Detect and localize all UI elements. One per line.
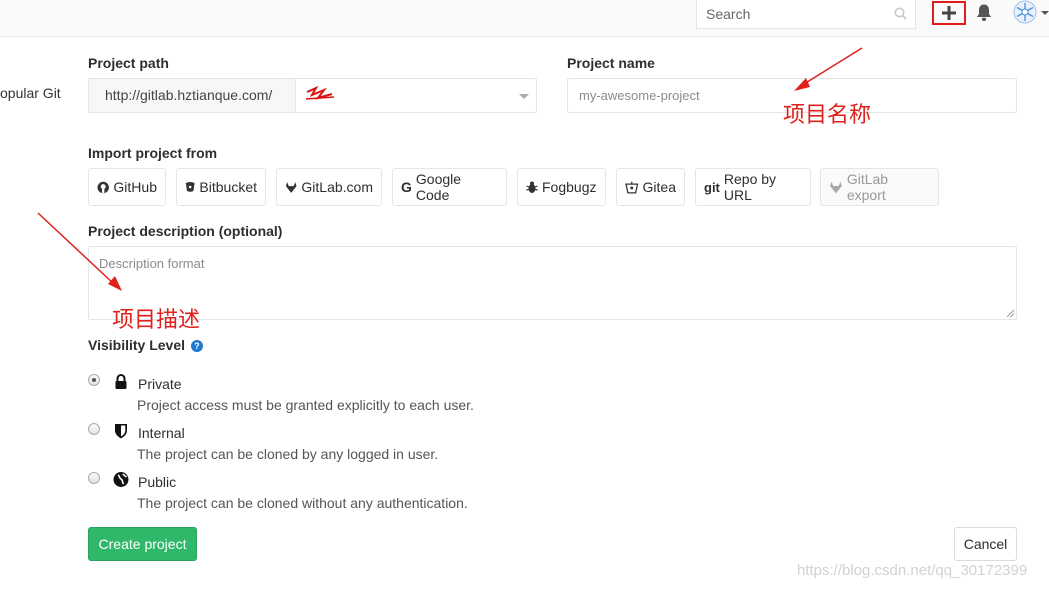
help-icon[interactable]: ? — [190, 340, 203, 352]
gitlab-icon — [285, 181, 297, 193]
import-github-label: GitHub — [113, 179, 157, 195]
sidebar-clipped-text: opular Git — [0, 85, 61, 101]
visibility-public-title: Public — [138, 474, 177, 490]
import-label: Import project from — [88, 145, 218, 161]
visibility-private-title: Private — [138, 376, 182, 392]
import-gitlab-export-label: GitLab export — [846, 171, 889, 203]
search-box[interactable] — [696, 0, 916, 29]
shield-icon — [115, 424, 127, 439]
visibility-public-desc: The project can be cloned without any au… — [137, 495, 468, 511]
import-bitbucket-button[interactable]: Bitbucket — [176, 168, 266, 206]
project-name-label: Project name — [567, 55, 655, 71]
github-icon — [97, 181, 109, 193]
search-icon — [894, 7, 907, 20]
bitbucket-icon — [185, 181, 195, 192]
git-icon: git — [704, 179, 720, 195]
gitea-icon — [625, 181, 639, 193]
project-description-textarea[interactable] — [88, 246, 1017, 320]
import-repo-url-button[interactable]: git Repo by URL — [695, 168, 811, 206]
import-gitea-label: Gitea — [642, 179, 676, 195]
bell-icon[interactable] — [975, 3, 993, 23]
visibility-radio-public[interactable] — [88, 472, 100, 484]
create-project-button[interactable]: Create project — [88, 527, 197, 561]
plus-icon — [942, 6, 956, 20]
visibility-private-desc: Project access must be granted explicitl… — [137, 397, 474, 413]
resize-grip-icon[interactable] — [1005, 308, 1015, 318]
visibility-level-heading: Visibility Level ? — [88, 337, 203, 353]
visibility-radio-internal[interactable] — [88, 423, 100, 435]
avatar[interactable] — [1012, 0, 1038, 24]
new-project-plus-button[interactable] — [932, 1, 966, 25]
annotation-project-description: 项目描述 — [112, 308, 201, 333]
import-repo-url-label: Repo by URL — [723, 171, 777, 203]
visibility-internal-desc: The project can be cloned by any logged … — [137, 446, 439, 462]
import-google-code-button[interactable]: G Google Code — [392, 168, 507, 206]
visibility-radio-private[interactable] — [88, 374, 100, 386]
import-fogbugz-label: Fogbugz — [542, 179, 597, 195]
redacted-scribble — [305, 85, 335, 100]
import-gitlab-label: GitLab.com — [301, 179, 373, 195]
google-icon: G — [401, 179, 412, 195]
lock-icon — [115, 374, 127, 389]
visibility-level-label: Visibility Level — [88, 337, 186, 353]
visibility-internal-title: Internal — [138, 425, 185, 441]
project-path-group: http://gitlab.hztianque.com/ — [88, 78, 537, 113]
watermark: https://blog.csdn.net/qq_30172399 — [797, 562, 1028, 579]
description-label: Project description (optional) — [88, 223, 283, 239]
top-navbar — [0, 0, 1049, 37]
import-gitlab-button[interactable]: GitLab.com — [276, 168, 382, 206]
import-gitlab-export-button[interactable]: GitLab export — [820, 168, 939, 206]
search-input[interactable] — [697, 0, 887, 27]
bug-icon — [526, 181, 538, 193]
globe-icon — [113, 472, 129, 487]
project-path-label: Project path — [88, 55, 169, 71]
avatar-dropdown-caret[interactable] — [1041, 11, 1049, 15]
chevron-down-icon — [519, 94, 529, 99]
import-github-button[interactable]: GitHub — [88, 168, 166, 206]
annotation-project-name: 项目名称 — [783, 103, 872, 128]
path-prefix: http://gitlab.hztianque.com/ — [89, 79, 296, 112]
namespace-select[interactable] — [296, 79, 536, 112]
gitlab-icon — [829, 181, 842, 193]
import-gitea-button[interactable]: Gitea — [616, 168, 685, 206]
import-fogbugz-button[interactable]: Fogbugz — [517, 168, 606, 206]
import-google-code-label: Google Code — [415, 171, 462, 203]
import-bitbucket-label: Bitbucket — [199, 179, 257, 195]
cancel-button[interactable]: Cancel — [954, 527, 1017, 561]
